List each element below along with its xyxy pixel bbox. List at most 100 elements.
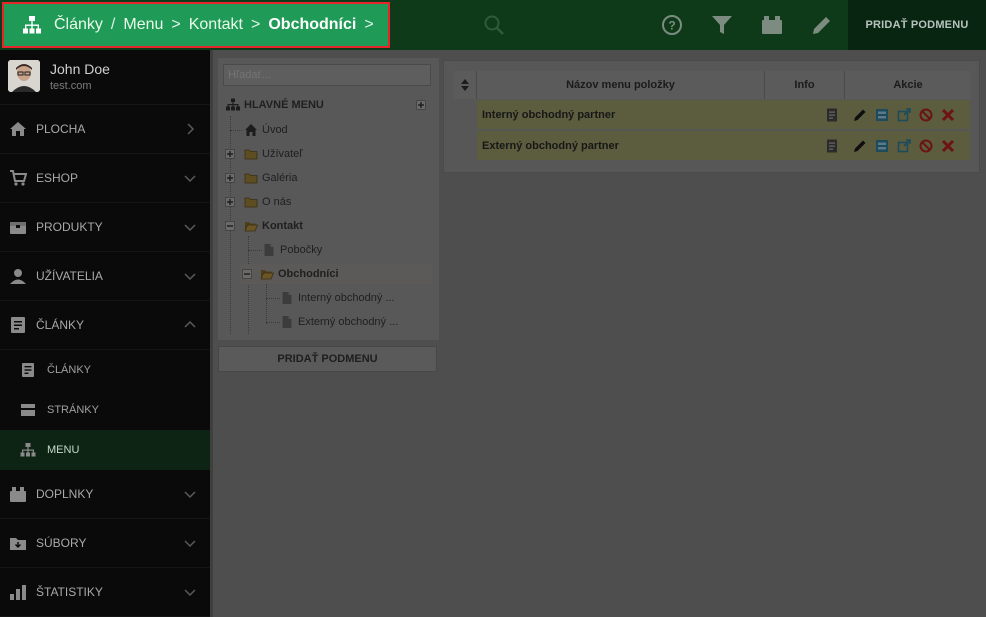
tree-search-input[interactable] (223, 64, 431, 86)
breadcrumb-item-menu[interactable]: Menu (123, 16, 163, 34)
layout-icon[interactable] (875, 108, 889, 122)
pencil-icon[interactable] (810, 13, 834, 37)
delete-icon[interactable] (941, 108, 955, 122)
folder-open-icon (244, 222, 258, 232)
tree-node-obchodnici[interactable]: Obchodníci (240, 264, 432, 284)
filter-icon[interactable] (710, 13, 734, 37)
add-submenu-button[interactable]: PRIDAŤ PODMENU (218, 346, 437, 372)
add-submenu-top-button[interactable]: PRIDAŤ PODMENU (848, 0, 986, 50)
tree-connector (230, 130, 242, 131)
sidebar-item-uzivatelia[interactable]: UŽÍVATELIA (0, 252, 210, 301)
tree-node-label: Úvod (262, 124, 288, 136)
breadcrumb-separator: > (251, 16, 261, 33)
tree-node-label: Interný obchodný ... (298, 292, 395, 304)
sidebar-item-produkty[interactable]: PRODUKTY (0, 203, 210, 252)
file-icon (282, 292, 292, 304)
column-header-info: Info (765, 71, 845, 99)
sitemap-icon (226, 98, 240, 111)
user-panel: John Doe test.com (0, 50, 210, 105)
delete-icon[interactable] (941, 139, 955, 153)
file-icon (264, 244, 274, 256)
folder-icon (244, 197, 258, 208)
sidebar-item-clanky[interactable]: ČLÁNKY (0, 301, 210, 350)
info-icon[interactable] (825, 139, 839, 153)
tree-node-externy[interactable]: Externý obchodný ... (280, 312, 398, 332)
help-icon[interactable]: ? (660, 13, 684, 37)
sidebar-item-eshop[interactable]: ESHOP (0, 154, 210, 203)
tree-node-uzivatel[interactable]: Užívateľ (244, 144, 303, 164)
tree-node-label: Externý obchodný ... (298, 316, 399, 328)
tree-root[interactable]: HLAVNÉ MENU (226, 95, 430, 115)
expand-icon[interactable] (225, 173, 235, 183)
collapse-icon[interactable] (225, 221, 235, 231)
search-icon[interactable] (483, 14, 505, 36)
external-link-icon[interactable] (897, 139, 911, 153)
tree-node-interny[interactable]: Interný obchodný ... (280, 288, 395, 308)
svg-text:?: ? (668, 19, 675, 33)
chevron-down-icon (184, 273, 196, 281)
sidebar-subitem-stranky[interactable]: STRÁNKY (0, 390, 210, 430)
edit-icon[interactable] (853, 108, 867, 122)
top-bar: Články / Menu > Kontakt > Obchodníci > ?… (0, 0, 986, 50)
sidebar-item-label: DOPLNKY (36, 487, 94, 501)
user-icon (10, 269, 26, 284)
add-node-icon[interactable] (416, 100, 426, 110)
table-cell-name: Interný obchodný partner (482, 108, 616, 121)
table-row[interactable]: Externý obchodný partner (477, 131, 970, 160)
avatar[interactable] (8, 60, 40, 92)
file-icon (282, 316, 292, 328)
sidebar-item-statistiky[interactable]: ŠTATISTIKY (0, 568, 210, 617)
breadcrumb: Články / Menu > Kontakt > Obchodníci > (2, 2, 390, 48)
table-row[interactable]: Interný obchodný partner (477, 100, 970, 129)
user-name: John Doe (50, 61, 110, 77)
tree-node-pobocky[interactable]: Pobočky (262, 240, 322, 260)
sidebar-item-subory[interactable]: SÚBORY (0, 519, 210, 568)
edit-icon[interactable] (853, 139, 867, 153)
addons-icon (10, 487, 26, 502)
sidebar-item-label: PRODUKTY (36, 220, 103, 234)
reorder-header[interactable] (453, 71, 477, 99)
home-icon (245, 124, 257, 136)
expand-icon[interactable] (225, 149, 235, 159)
collapse-icon[interactable] (242, 269, 252, 279)
sidebar-divider (210, 50, 213, 617)
inbox-icon[interactable] (760, 13, 784, 37)
disable-icon[interactable] (919, 108, 933, 122)
sort-icon (460, 79, 469, 91)
external-link-icon[interactable] (897, 108, 911, 122)
sidebar-subitem-clanky[interactable]: ČLÁNKY (0, 350, 210, 390)
sidebar-item-plocha[interactable]: PLOCHA (0, 105, 210, 154)
breadcrumb-separator: > (364, 16, 374, 33)
sidebar-subitem-menu[interactable]: MENU (0, 430, 210, 470)
article-icon (11, 317, 25, 333)
tree-node-uvod[interactable]: Úvod (244, 120, 288, 140)
tree-node-o-nas[interactable]: O nás (244, 192, 291, 212)
info-icon[interactable] (825, 108, 839, 122)
chevron-down-icon (184, 175, 196, 183)
tree-root-label: HLAVNÉ MENU (244, 99, 324, 111)
files-icon (10, 538, 26, 550)
sidebar-subitem-label: MENU (47, 444, 80, 456)
tree-node-galeria[interactable]: Galéria (244, 168, 297, 188)
sidebar-item-label: ESHOP (36, 171, 79, 185)
sidebar-item-label: ŠTATISTIKY (36, 585, 103, 599)
home-icon (10, 122, 26, 136)
tree-connector (266, 284, 267, 324)
tree-node-label: Kontakt (262, 220, 303, 232)
chevron-down-icon (184, 540, 196, 548)
layout-icon[interactable] (875, 139, 889, 153)
breadcrumb-item-kontakt[interactable]: Kontakt (189, 16, 243, 34)
expand-icon[interactable] (225, 197, 235, 207)
breadcrumb-item-clanky[interactable]: Články (54, 16, 103, 34)
chevron-up-icon (184, 320, 196, 328)
sidebar-item-label: UŽÍVATELIA (36, 269, 103, 283)
tree-node-label: O nás (262, 196, 292, 208)
tree-node-kontakt[interactable]: Kontakt (244, 216, 303, 236)
disable-icon[interactable] (919, 139, 933, 153)
folder-icon (244, 149, 258, 160)
sidebar: John Doe test.com PLOCHA ESHOP PRODUKTY … (0, 50, 210, 617)
table-cell-name: Externý obchodný partner (482, 139, 619, 152)
sidebar-item-doplnky[interactable]: DOPLNKY (0, 470, 210, 519)
sidebar-item-label: SÚBORY (36, 536, 87, 550)
pages-icon (21, 404, 35, 416)
